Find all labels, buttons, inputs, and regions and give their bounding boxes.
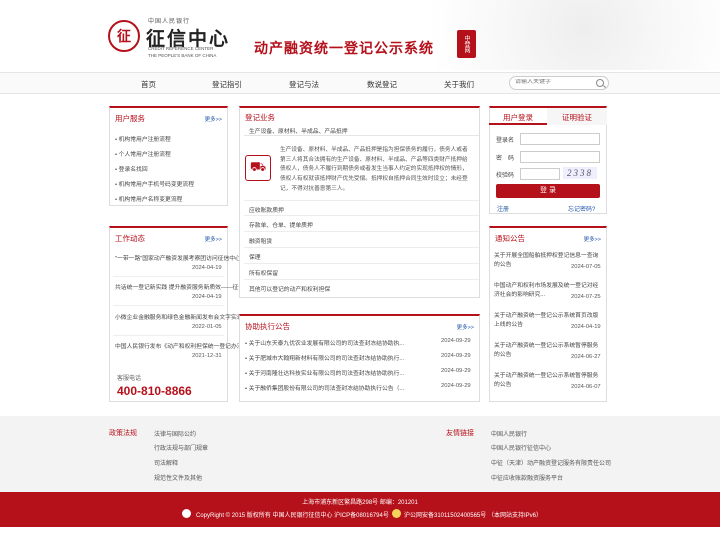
police-badge-icon[interactable] — [392, 509, 401, 518]
list-item[interactable]: • 机构常用户注册流程 — [115, 134, 171, 143]
notice-item-date: 2024-07-05 — [571, 264, 601, 270]
registration-item[interactable]: 保理 — [244, 248, 479, 264]
list-item[interactable]: • 登录名找回 — [115, 164, 148, 173]
tab-cert-verify[interactable]: 证明验证 — [547, 108, 607, 125]
hotline-number: 400-810-8866 — [117, 384, 192, 398]
gov-badge-icon[interactable] — [182, 509, 191, 518]
work-news-more[interactable]: 更多>> — [205, 235, 222, 243]
nav-about[interactable]: 关于我们 — [444, 79, 474, 90]
registration-item[interactable]: 融资租赁 — [244, 232, 479, 248]
news-item-title[interactable]: 小微企业金融服务和绿色金融新闻发布会文字实录 — [115, 312, 243, 321]
assist-item-title[interactable]: • 关于山东天泰九优农业发展有限公司的司法查封冻结协助执... — [245, 338, 404, 347]
notices-title: 通知公告 — [495, 234, 525, 243]
tab-user-login[interactable]: 用户登录 — [489, 108, 547, 125]
registration-item[interactable]: 所有权保留 — [244, 264, 479, 280]
site-header: 征 中国人民银行 征信中心 CREDIT REFERENCE CENTER TH… — [0, 0, 720, 70]
assist-item-title[interactable]: • 关于融侨集团股份有限公司的司法查封冻结协助执行公告（... — [245, 383, 404, 392]
policy-link[interactable]: 司法解释 — [154, 458, 178, 467]
nav-stats[interactable]: 数说登记 — [367, 79, 397, 90]
assist-item-title[interactable]: • 关于肥城市大翰翔新材料有限公司的司法查封冻结协助执行... — [245, 353, 404, 362]
username-field[interactable] — [520, 133, 600, 145]
registration-description: 生产设备、原材料、半成品、产品抵押是指为担保债务的履行，债务人或者第三人将其合法… — [280, 147, 468, 192]
assist-more[interactable]: 更多>> — [457, 323, 474, 331]
pboc-seal-icon[interactable]: 征 — [108, 20, 140, 52]
friend-link[interactable]: 中征应收账款融资服务平台 — [491, 473, 563, 482]
registration-item[interactable]: 存款单、仓单、提单质押 — [244, 216, 479, 232]
site-footer: 上海市浦东新区繁昌路298号 邮编：201201 CopyRight © 201… — [0, 492, 720, 527]
captcha-field[interactable] — [520, 168, 560, 180]
policy-link[interactable]: 行政法规与部门规章 — [154, 443, 208, 452]
nav-guide[interactable]: 登记指引 — [212, 79, 242, 90]
logo-en-line2: THE PEOPLE'S BANK OF CHINA — [148, 53, 217, 58]
captcha-image[interactable]: 2338 — [563, 167, 597, 179]
policy-link[interactable]: 规范性文件及其他 — [154, 473, 202, 482]
footer-address: 上海市浦东新区繁昌路298号 邮编：201201 — [302, 500, 418, 506]
list-item[interactable]: • 机构常用户名称变更流程 — [115, 194, 182, 203]
news-item-date: 2021-12-31 — [192, 353, 222, 359]
news-item-title[interactable]: "一带一路"国家动产融资发展考察团访问征信中心 — [115, 253, 241, 262]
policy-title: 政策法规 — [109, 430, 137, 437]
login-button[interactable]: 登 录 — [496, 184, 600, 198]
news-item-date: 2022-01-05 — [192, 324, 222, 330]
search-box — [509, 76, 609, 90]
assist-title: 协助执行公告 — [245, 322, 290, 331]
friend-link[interactable]: 中国人民银行 — [491, 429, 527, 438]
header-pattern — [380, 0, 720, 70]
news-item-date: 2024-04-19 — [192, 294, 222, 300]
divider — [113, 335, 224, 336]
footer-copyright: CopyRight © 2015 版权所有 中国人民银行征信中心 沪ICP备08… — [196, 513, 389, 519]
list-item[interactable]: • 个人常用户注册流程 — [115, 149, 171, 158]
friend-link[interactable]: 中国人民银行征信中心 — [491, 443, 551, 452]
system-title: 动产融资统一登记公示系统 — [254, 40, 434, 56]
nav-law[interactable]: 登记与法 — [289, 79, 319, 90]
password-label: 密 码 — [496, 156, 515, 162]
footer-links: 政策法规 法律与国际公约 行政法规与部门规章 司法解释 规范性文件及其他 友情链… — [0, 416, 720, 492]
search-input[interactable] — [515, 79, 595, 85]
registration-subtitle-row: 生产设备、原材料、半成品、产品抵押 — [244, 122, 479, 136]
hotline-label: 客服电话 — [117, 376, 142, 382]
policy-link[interactable]: 法律与国际公约 — [154, 429, 196, 438]
registration-item[interactable]: 其他可以登记的动产和权利担保 — [244, 280, 479, 296]
notice-item-date: 2024-06-27 — [571, 354, 601, 360]
forgot-password-link[interactable]: 忘记密码? — [568, 204, 595, 213]
notice-item-date: 2024-06-07 — [571, 384, 601, 390]
nav-home[interactable]: 首页 — [141, 79, 156, 90]
captcha-label: 校验码 — [496, 173, 515, 179]
assist-item-date: 2024-09-29 — [441, 383, 471, 389]
assist-item-date: 2024-09-29 — [441, 368, 471, 374]
user-service-more[interactable]: 更多>> — [205, 115, 222, 123]
notices-more[interactable]: 更多>> — [584, 235, 601, 243]
assist-item-date: 2024-09-29 — [441, 338, 471, 344]
logo-en-line1: CREDIT REFERENCE CENTER — [148, 46, 214, 51]
truck-icon: ⛟ — [245, 155, 271, 181]
registration-item[interactable]: 应收账款质押 — [244, 200, 479, 216]
system-stamp: 中登网 — [457, 30, 476, 58]
username-label: 登录名 — [496, 138, 515, 144]
friend-link[interactable]: 中征（天津）动产融资登记服务有限责任公司 — [491, 458, 611, 467]
notice-item-date: 2024-07-25 — [571, 294, 601, 300]
registration-subtitle[interactable]: 生产设备、原材料、半成品、产品抵押 — [249, 126, 348, 135]
divider — [113, 276, 224, 277]
password-field[interactable] — [520, 151, 600, 163]
work-news-title: 工作动态 — [115, 234, 145, 243]
assist-item-title[interactable]: • 关于河南隆壮达科技实业有限公司的司法查封冻结协助执行... — [245, 368, 404, 377]
register-link[interactable]: 注册 — [497, 204, 509, 213]
search-icon[interactable] — [596, 79, 604, 87]
news-item-date: 2024-04-19 — [192, 265, 222, 271]
footer-police: 沪公网安备31011502400565号 （本网站支持IPv6） — [404, 513, 542, 519]
news-item-title[interactable]: 中国人民银行发布《动产和权利担保统一登记办法》 — [115, 341, 248, 350]
divider — [113, 305, 224, 306]
assist-item-date: 2024-09-29 — [441, 353, 471, 359]
friend-links-title: 友情链接 — [446, 430, 474, 437]
main-nav: 首页 登记指引 登记与法 数说登记 关于我们 — [0, 72, 720, 94]
user-service-title: 用户服务 — [115, 114, 145, 123]
notice-item-date: 2024-04-19 — [571, 324, 601, 330]
list-item[interactable]: • 机构常用户手机号码变更流程 — [115, 179, 194, 188]
